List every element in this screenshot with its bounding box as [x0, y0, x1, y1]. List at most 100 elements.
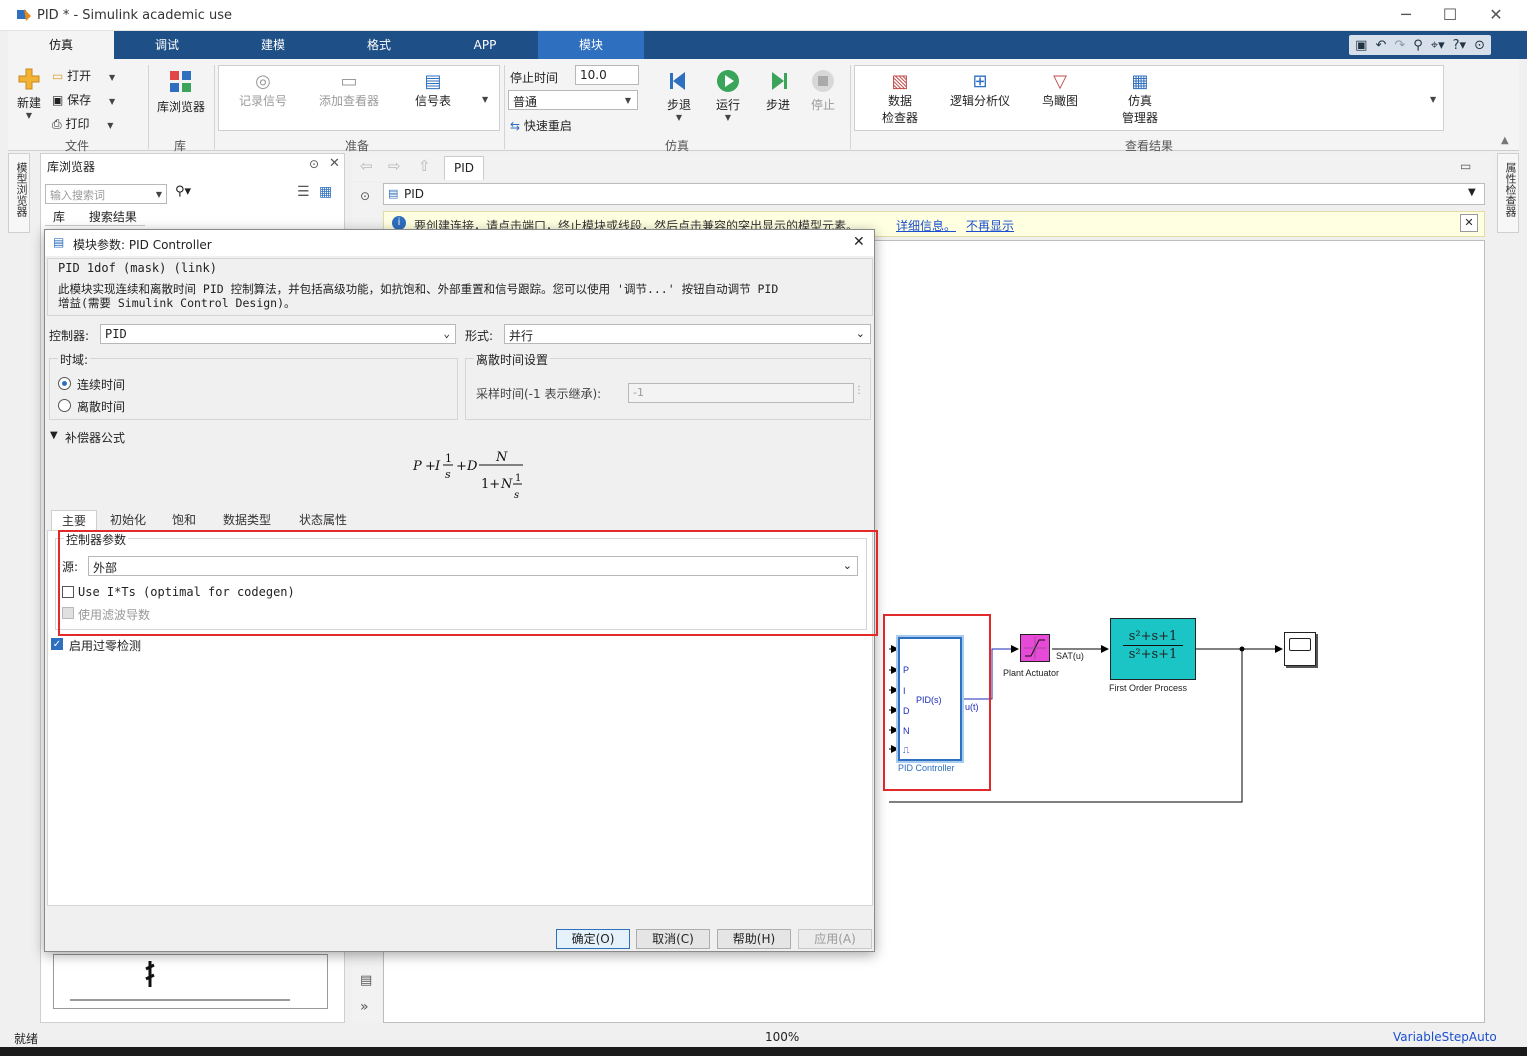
controller-select[interactable]: PID ⌄	[100, 324, 456, 344]
run-button[interactable]: 运行 ▼	[713, 69, 743, 122]
search-dropdown-icon: ▼	[155, 190, 162, 199]
plant-actuator-block[interactable]	[1020, 634, 1050, 662]
library-block-preview[interactable]	[53, 954, 328, 1009]
library-search-go-icon[interactable]: ⚲▾	[175, 184, 191, 199]
up-arrow-icon[interactable]: ⇧	[418, 157, 431, 175]
sim-manager-label-2: 管理器	[1121, 111, 1158, 125]
collapse-ribbon-icon[interactable]: ▲	[1501, 135, 1509, 146]
close-window-button[interactable]: ✕	[1481, 5, 1511, 24]
birdseye-label: 鸟瞰图	[1041, 94, 1078, 108]
property-inspector-strip[interactable]: 属性检查器	[1497, 153, 1519, 233]
svg-text:s: s	[514, 490, 519, 501]
new-dropdown-icon[interactable]: ▼	[14, 111, 44, 120]
first-order-process-block[interactable]: s²+s+1 s²+s+1	[1110, 618, 1196, 680]
tab-simulation[interactable]: 仿真	[8, 31, 114, 59]
forward-arrow-icon[interactable]: ⇨	[388, 157, 401, 175]
stop-button[interactable]: 停止	[808, 69, 838, 113]
redo-icon[interactable]: ↷	[1394, 38, 1405, 53]
tab-search-results[interactable]: 搜索结果	[89, 210, 137, 224]
tab-state-attributes[interactable]: 状态属性	[287, 510, 359, 530]
data-inspector-button[interactable]: ▧ 数据 检查器	[880, 71, 920, 126]
compensator-collapse-icon[interactable]: ▼	[50, 430, 58, 441]
tab-apps[interactable]: APP	[432, 31, 538, 59]
print-dropdown-icon[interactable]: ▼	[107, 121, 113, 130]
panel-close-icon[interactable]: ✕	[329, 156, 340, 171]
address-dropdown-icon[interactable]: ▼	[1468, 187, 1476, 198]
tab-debug[interactable]: 调试	[114, 31, 220, 59]
open-button[interactable]: ▭ 打开 ▼	[52, 67, 132, 84]
simulation-mode-select[interactable]: 普通 ▼	[508, 90, 638, 110]
sample-time-menu-icon[interactable]: ⋮	[854, 385, 864, 396]
model-tab-pid[interactable]: PID	[444, 156, 484, 180]
search-icon[interactable]: ⚲	[1413, 38, 1423, 53]
tab-modeling[interactable]: 建模	[220, 31, 326, 59]
more-tools-icon[interactable]: »	[360, 999, 369, 1015]
list-view-icon[interactable]: ☰	[297, 184, 310, 200]
fast-restart-icon: ⇆	[510, 119, 521, 133]
save-dropdown-icon[interactable]: ▼	[109, 97, 115, 106]
zero-crossing-checkbox[interactable]: ✓	[51, 638, 63, 650]
pid-highlight-box	[883, 614, 991, 791]
discrete-time-radio[interactable]	[58, 399, 71, 412]
save-button[interactable]: ▣ 保存 ▼	[52, 91, 132, 108]
new-button[interactable]: 新建 ▼	[14, 67, 44, 120]
tab-initialization[interactable]: 初始化	[99, 510, 157, 530]
panel-menu-icon[interactable]: ⊙	[309, 157, 319, 171]
tab-library[interactable]: 库	[53, 210, 65, 224]
controller-chevron-icon: ⌄	[443, 327, 450, 340]
stop-time-input[interactable]: 10.0	[575, 65, 639, 85]
step-back-button[interactable]: 步退 ▼	[664, 69, 694, 122]
sim-manager-button[interactable]: ▦ 仿真 管理器	[1118, 71, 1162, 126]
keyboard-icon[interactable]: ▭	[1460, 159, 1471, 173]
run-dropdown-icon[interactable]: ▼	[713, 113, 743, 122]
logic-analyzer-button[interactable]: ⊞ 逻辑分析仪	[946, 71, 1014, 109]
tab-main[interactable]: 主要	[51, 510, 97, 530]
minimize-button[interactable]: ─	[1391, 5, 1421, 24]
tab-data-types[interactable]: 数据类型	[213, 510, 281, 530]
form-select[interactable]: 并行 ⌄	[504, 324, 871, 344]
settings-icon[interactable]: ⊙	[1474, 38, 1485, 53]
print-button[interactable]: ⎙ 打印 ▼	[52, 115, 132, 132]
prepare-gallery-expand-icon[interactable]: ▼	[482, 91, 488, 105]
birdseye-button[interactable]: ▽ 鸟瞰图	[1038, 71, 1082, 109]
log-signals-button[interactable]: ◎ 记录信号	[233, 71, 293, 109]
tab-saturation[interactable]: 饱和	[161, 510, 207, 530]
solver-label[interactable]: VariableStepAuto	[1393, 1030, 1497, 1044]
block-tool-icon[interactable]: ▤	[360, 973, 372, 988]
signal-table-button[interactable]: ▤ 信号表	[408, 71, 458, 109]
help-icon[interactable]: ?▾	[1453, 38, 1466, 53]
library-browser-button[interactable]: 库浏览器	[154, 69, 208, 115]
pointer-icon[interactable]: ⌖▾	[1431, 38, 1445, 53]
sample-time-input[interactable]: -1	[628, 383, 854, 403]
model-browser-strip[interactable]: 模型浏览器	[8, 153, 30, 233]
address-bar[interactable]: ▤ PID ▼	[383, 183, 1485, 205]
tab-block[interactable]: 模块	[538, 31, 644, 59]
review-gallery-expand-icon[interactable]: ▼	[1430, 91, 1436, 105]
help-button[interactable]: 帮助(H)	[717, 929, 791, 949]
info-close-button[interactable]: ✕	[1460, 214, 1478, 232]
dialog-close-icon[interactable]: ✕	[853, 234, 865, 250]
continuous-time-radio[interactable]	[58, 377, 71, 390]
ok-button[interactable]: 确定(O)	[556, 929, 630, 949]
hide-browser-icon[interactable]: ⊙	[360, 189, 370, 203]
undo-icon[interactable]: ↶	[1375, 38, 1386, 53]
step-back-dropdown-icon[interactable]: ▼	[664, 113, 694, 122]
quick-access-toolbar: ▣ ↶ ↷ ⚲ ⌖▾ ?▾ ⊙	[1349, 35, 1491, 55]
open-dropdown-icon[interactable]: ▼	[109, 73, 115, 82]
save-icon[interactable]: ▣	[1355, 38, 1367, 53]
step-forward-button[interactable]: 步进	[763, 69, 793, 113]
info-details-link[interactable]: 详细信息。	[896, 217, 956, 234]
apply-button[interactable]: 应用(A)	[798, 929, 872, 949]
grid-view-icon[interactable]: ▦	[319, 184, 332, 200]
scope-block[interactable]	[1284, 632, 1316, 666]
fast-restart-toggle[interactable]: ⇆ 快速重启	[510, 117, 610, 134]
library-search-input[interactable]: 输入搜索词 ▼	[45, 184, 167, 204]
add-viewer-button[interactable]: ▭ 添加查看器	[313, 71, 385, 109]
logic-analyzer-icon: ⊞	[972, 71, 988, 92]
info-dont-show-link[interactable]: 不再显示	[966, 217, 1014, 234]
simulink-logo-icon	[17, 9, 31, 21]
back-arrow-icon[interactable]: ⇦	[360, 157, 373, 175]
cancel-button[interactable]: 取消(C)	[636, 929, 710, 949]
tab-format[interactable]: 格式	[326, 31, 432, 59]
maximize-button[interactable]: ☐	[1435, 5, 1465, 24]
